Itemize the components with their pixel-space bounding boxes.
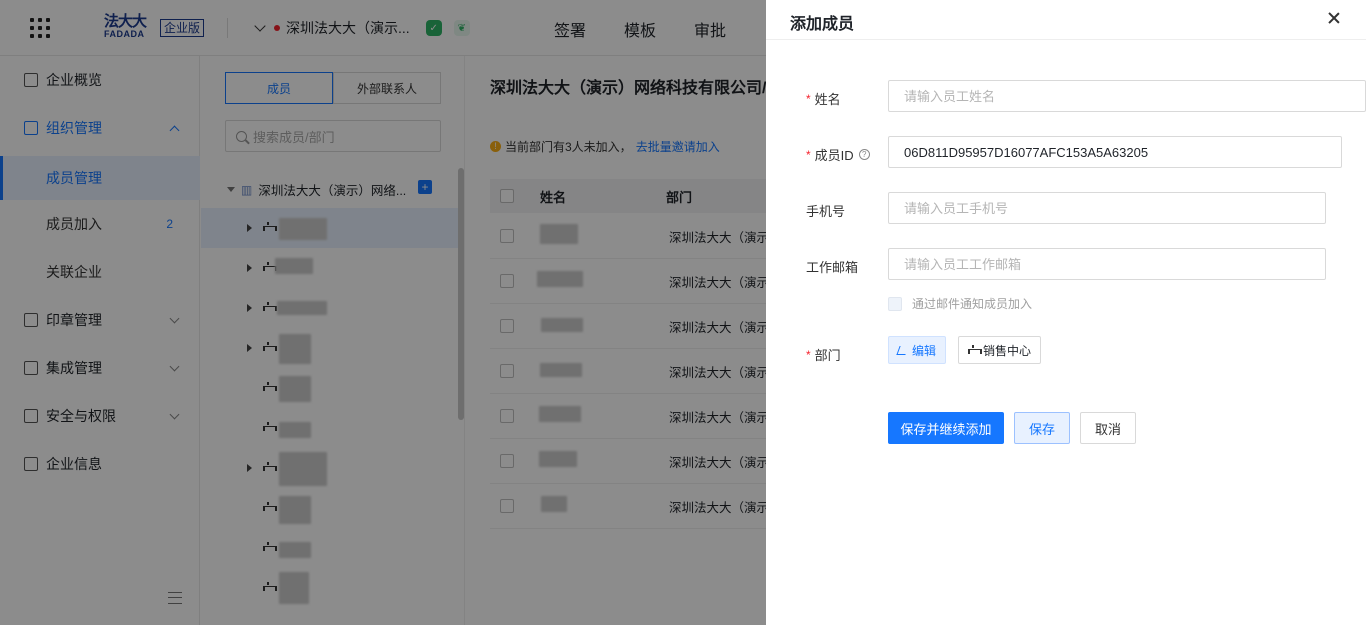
pencil-icon [896,345,909,355]
dept-tag-label: 销售中心 [983,343,1032,358]
drawer-header: 添加成员 [766,0,1366,40]
phone-label-text: 手机号 [806,204,846,219]
name-label: * 姓名 [806,89,841,108]
dept-tag: 销售中心 [958,336,1042,364]
save-button[interactable]: 保存 [1014,412,1070,444]
email-label: 工作邮箱 [806,257,858,276]
dept-label-text: 部门 [814,348,841,363]
member-id-input[interactable] [888,136,1342,168]
email-notify-checkbox[interactable] [888,296,902,311]
edit-dept-label: 编辑 [912,343,937,358]
dept-label: * 部门 [806,345,841,364]
id-label: * 成员ID ? [806,145,870,164]
name-label-text: 姓名 [814,92,841,107]
phone-input[interactable] [888,192,1326,224]
modal-mask[interactable] [0,0,766,625]
add-member-drawer: 添加成员 * 姓名 * 成员ID ? 手机号 工作邮箱 通过邮件通知成员加入 * [766,0,1366,625]
email-notify-label: 通过邮件通知成员加入 [912,297,1033,311]
drawer-title: 添加成员 [790,16,855,33]
save-continue-button[interactable]: 保存并继续添加 [888,412,1004,444]
help-icon[interactable]: ? [858,149,870,160]
close-icon[interactable] [1326,10,1342,26]
org-tree-icon [968,345,982,355]
edit-dept-button[interactable]: 编辑 [888,336,947,364]
id-label-text: 成员ID [814,148,854,163]
required-mark: * [806,347,811,362]
email-label-text: 工作邮箱 [806,260,859,275]
name-input[interactable] [888,80,1366,112]
required-mark: * [806,91,811,106]
email-input[interactable] [888,248,1326,280]
phone-label: 手机号 [806,201,845,220]
required-mark: * [806,147,811,162]
email-notify-option: 通过邮件通知成员加入 [888,295,1032,312]
cancel-button[interactable]: 取消 [1080,412,1136,444]
